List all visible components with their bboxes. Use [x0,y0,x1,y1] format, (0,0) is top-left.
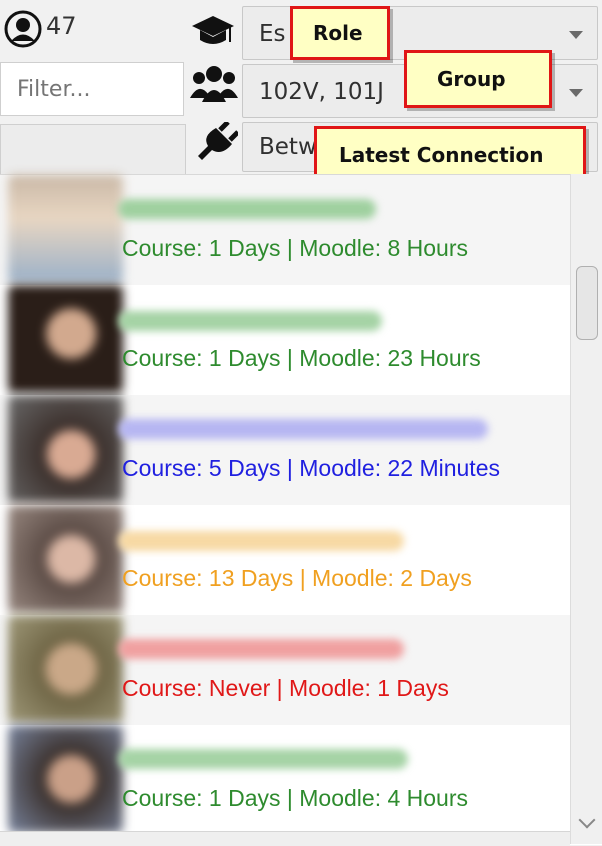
avatar [8,505,123,613]
connection-combo-value: Betw [259,134,317,160]
user-icon [4,10,42,48]
plug-icon [196,120,240,166]
group-combo-value: 102V, 101J [259,79,384,105]
student-name [118,749,408,769]
avatar [8,615,123,723]
group-tooltip-text: Group [437,67,506,91]
role-tooltip: Role [290,6,390,60]
student-stats: Course: 5 Days | Moodle: 22 Minutes [122,455,500,481]
graduation-cap-icon [190,14,236,50]
list-item[interactable]: Course: 13 Days | Moodle: 2 Days [0,505,570,615]
student-name [118,199,376,219]
student-stats: Course: Never | Moodle: 1 Days [122,675,449,701]
connection-label-area [0,124,186,176]
avatar [8,725,123,833]
student-name [118,531,404,551]
list-item[interactable]: Course: 5 Days | Moodle: 22 Minutes [0,395,570,505]
list-item[interactable]: Course: 1 Days | Moodle: 4 Hours [0,725,570,835]
vertical-scrollbar[interactable] [570,174,602,844]
chevron-down-icon[interactable] [578,811,596,829]
list-item[interactable]: Course: 1 Days | Moodle: 8 Hours [0,175,570,285]
user-count: 47 [46,12,77,40]
student-name [118,311,382,331]
student-list[interactable]: Course: 1 Days | Moodle: 8 Hours Course:… [0,174,602,846]
student-stats: Course: 1 Days | Moodle: 4 Hours [122,785,469,811]
group-tooltip: Group [404,50,552,108]
avatar [8,395,123,503]
student-name [118,639,404,659]
avatar [8,175,123,283]
student-stats: Course: 1 Days | Moodle: 8 Hours [122,235,469,261]
list-item[interactable]: Course: Never | Moodle: 1 Days [0,615,570,725]
avatar [8,285,123,393]
scrollbar-thumb[interactable] [576,266,598,340]
filter-input[interactable] [0,62,184,116]
student-name [118,419,488,439]
chevron-down-icon[interactable] [569,89,583,97]
role-combo-value: Es [259,21,286,47]
chevron-down-icon[interactable] [569,31,583,39]
student-stats: Course: 1 Days | Moodle: 23 Hours [122,345,481,371]
list-item[interactable]: Course: 1 Days | Moodle: 23 Hours [0,285,570,395]
role-tooltip-text: Role [313,21,363,45]
student-stats: Course: 13 Days | Moodle: 2 Days [122,565,472,591]
users-group-icon [190,64,238,106]
latest-connection-tooltip-text: Latest Connection [339,143,544,167]
